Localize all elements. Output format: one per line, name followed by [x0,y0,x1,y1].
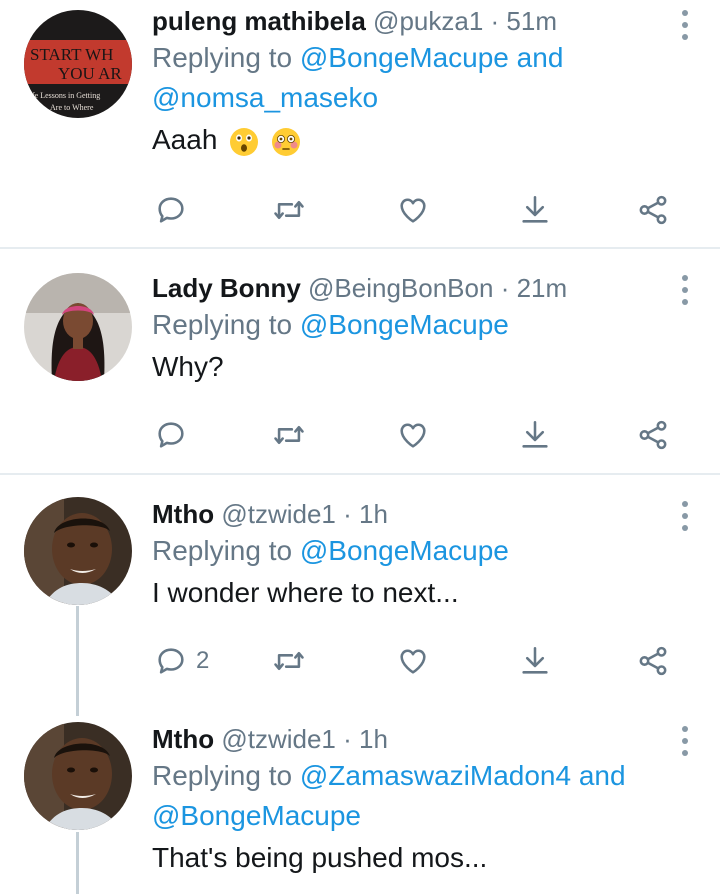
mention-link[interactable]: @ZamaswaziMadon4 [300,760,571,791]
author-name[interactable]: Mtho [152,724,214,754]
tweet-text: That's being pushed mos... [152,842,488,873]
and-link[interactable]: and [517,42,564,73]
replying-to: Replying to @BongeMacupe and @nomsa_mase… [152,38,660,118]
replying-to: Replying to @BongeMacupe [152,305,660,345]
replying-label: Replying to [152,760,293,791]
replying-to: Replying to @BongeMacupe [152,531,660,571]
separator-dot: · [490,6,500,36]
download-icon [518,644,552,678]
author-handle[interactable]: @pukza1 [373,6,483,36]
author-handle[interactable]: @tzwide1 [221,724,336,754]
avatar-book-line1: START WH [30,45,113,64]
separator-dot: · [343,499,352,529]
retweet-button[interactable] [272,188,306,232]
more-icon[interactable] [678,275,692,305]
share-button[interactable] [636,639,670,683]
reply-count: 2 [196,647,210,674]
avatar[interactable] [24,722,132,830]
share-button[interactable] [636,413,670,457]
more-icon[interactable] [678,726,692,756]
astonished-face-icon [230,127,259,156]
share-icon [636,193,670,227]
download-button[interactable] [518,639,552,683]
avatar[interactable] [24,497,132,605]
mention-link[interactable]: @BongeMacupe [152,800,361,831]
author-handle[interactable]: @BeingBonBon [308,273,493,303]
share-button[interactable] [636,188,670,232]
retweet-icon [272,193,306,227]
avatar[interactable]: START WH YOU AR fe Lessons in Getting Ar… [24,10,132,118]
mention-link[interactable]: @BongeMacupe [300,535,509,566]
separator-dot: · [343,724,352,754]
download-button[interactable] [518,413,552,457]
avatar-book-line2: YOU AR [58,64,122,83]
like-button[interactable] [396,413,430,457]
replying-label: Replying to [152,309,293,340]
like-icon [396,644,430,678]
like-icon [396,418,430,452]
retweet-icon [272,644,306,678]
avatar-book-line3: fe Lessons in Getting [32,91,100,100]
more-icon[interactable] [678,10,692,40]
like-button[interactable] [396,188,430,232]
timestamp[interactable]: 21m [517,273,568,303]
author-name[interactable]: puleng mathibela [152,6,366,36]
share-icon [636,418,670,452]
mention-link[interactable]: @nomsa_maseko [152,82,378,113]
replying-label: Replying to [152,535,293,566]
download-icon [518,418,552,452]
tweet-text-body: Aaah [152,124,218,155]
download-icon [518,193,552,227]
tweet-text: Why? [152,351,224,382]
reply-icon [154,193,188,227]
author-handle[interactable]: @tzwide1 [221,499,336,529]
author-name[interactable]: Mtho [152,499,214,529]
avatar[interactable] [24,273,132,381]
flushed-face-icon [271,127,300,156]
tweet-1[interactable]: START WH YOU AR fe Lessons in Getting Ar… [0,0,720,248]
reply-icon [154,418,188,452]
reply-button[interactable] [154,188,188,232]
tweet-2[interactable]: Lady Bonny @BeingBonBon · 21m Replying t… [0,249,720,474]
retweet-button[interactable] [272,413,306,457]
retweet-button[interactable] [272,639,306,683]
tweet-text: I wonder where to next... [152,577,459,608]
separator-dot: · [500,273,510,303]
mention-link[interactable]: @BongeMacupe [300,42,509,73]
author-name[interactable]: Lady Bonny [152,273,301,303]
timestamp[interactable]: 51m [506,6,557,36]
mention-link[interactable]: @BongeMacupe [300,309,509,340]
share-icon [636,644,670,678]
retweet-icon [272,418,306,452]
reply-icon [154,644,188,678]
timestamp[interactable]: 1h [359,724,388,754]
reply-button[interactable] [154,413,188,457]
replying-to: Replying to @ZamaswaziMadon4 and @BongeM… [152,756,660,836]
avatar-book-line4: Are to Where [50,103,94,112]
and-link[interactable]: and [579,760,626,791]
download-button[interactable] [518,188,552,232]
tweet-4[interactable]: Mtho @tzwide1 · 1h Replying to @Zamaswaz… [0,700,720,894]
like-icon [396,193,430,227]
replying-label: Replying to [152,42,293,73]
reply-button[interactable]: 2 [154,639,209,683]
timestamp[interactable]: 1h [359,499,388,529]
tweet-text: Aaah [152,120,660,160]
tweet-3[interactable]: Mtho @tzwide1 · 1h Replying to @BongeMac… [0,475,720,700]
more-icon[interactable] [678,501,692,531]
like-button[interactable] [396,639,430,683]
